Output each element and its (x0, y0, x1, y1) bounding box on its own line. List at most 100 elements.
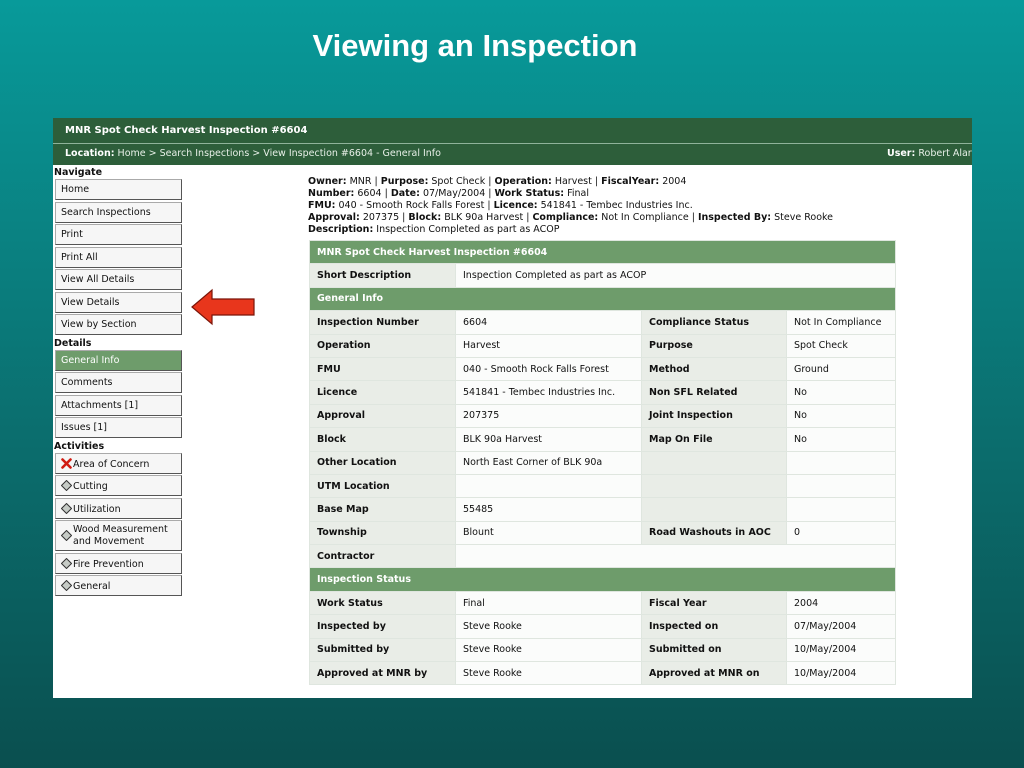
sidebar-item-comments[interactable]: Comments (55, 372, 182, 393)
field-value: Steve Rooke (455, 614, 642, 639)
field-label: Base Map (309, 497, 456, 522)
field-value: Ground (786, 356, 896, 382)
field-value: 207375 (455, 403, 642, 429)
field-label: Fiscal Year (641, 590, 787, 616)
sidebar-item-label-line2: and Movement (73, 536, 145, 547)
separator: | (399, 212, 409, 223)
field-label: Other Location (309, 450, 456, 475)
compliance-value: Not In Compliance (601, 212, 689, 223)
detail-title-row-text: MNR Spot Check Harvest Inspection #6604 (309, 239, 896, 265)
field-value: 2004 (786, 590, 896, 616)
red-x-icon (61, 457, 72, 469)
sidebar-item-print-all[interactable]: Print All (55, 246, 182, 268)
fiscal-year-value: 2004 (662, 176, 687, 187)
breadcrumb[interactable]: Home > Search Inspections > View Inspect… (118, 148, 441, 159)
sidebar-item-general-info[interactable]: General Info (55, 349, 182, 371)
sidebar: Navigate Home Search Inspections Print Print… (53, 166, 183, 598)
summary-line-4: Approval: 207375 | Block: BLK 90a Harves… (308, 212, 833, 224)
field-value: Final (455, 590, 642, 616)
separator: | (485, 176, 495, 187)
general-info-heading-text: General Info (309, 286, 896, 312)
date-value: 07/May/2004 (422, 188, 486, 199)
diamond-icon (60, 529, 73, 542)
field-label: Work Status (309, 590, 456, 616)
user-label: User: (887, 148, 916, 159)
description-value: Inspection Completed as part as ACOP (376, 224, 560, 235)
field-value: Blount (455, 520, 642, 546)
field-label: Purpose (641, 333, 787, 358)
field-label: Submitted on (641, 637, 787, 663)
sidebar-item-utilization[interactable]: Utilization (55, 497, 182, 519)
table-row: Work Status Final Fiscal Year 2004 (309, 590, 896, 616)
field-value (455, 544, 896, 569)
inspection-status-heading-text: Inspection Status (309, 567, 896, 592)
field-label: Block (309, 427, 456, 452)
field-value: Spot Check (786, 333, 896, 358)
field-label: Road Washouts in AOC (641, 520, 787, 546)
sidebar-item-print[interactable]: Print (55, 224, 182, 245)
sidebar-item-general[interactable]: General (55, 575, 182, 596)
diamond-icon (60, 557, 73, 569)
separator: | (484, 200, 494, 211)
sidebar-item-area-of-concern[interactable]: Area of Concern (55, 452, 182, 474)
operation-label: Operation: (494, 176, 552, 187)
sidebar-item-search-inspections[interactable]: Search Inspections (55, 201, 182, 223)
field-label (641, 473, 787, 499)
field-value: Steve Rooke (455, 637, 642, 663)
sidebar-item-wood-measurement[interactable]: Wood Measurement and Movement (55, 520, 182, 551)
sidebar-item-issues-1[interactable]: Issues [1] (55, 417, 182, 438)
separator: | (381, 188, 391, 199)
table-row: Inspected by Steve Rooke Inspected on 07/Ma… (309, 614, 896, 639)
table-row: Other Location North East Corner of BLK 9… (309, 450, 896, 475)
app-window: MNR Spot Check Harvest Inspection #6604 … (53, 118, 972, 698)
sidebar-heading-activities: Activities (54, 440, 105, 452)
work-status-value: Final (567, 188, 589, 199)
date-label: Date: (390, 188, 420, 199)
fmu-value: 040 - Smooth Rock Falls Forest (338, 200, 485, 211)
field-label: Approved at MNR on (641, 661, 787, 686)
field-label: Operation (309, 333, 456, 358)
field-value: No (786, 380, 896, 405)
sidebar-item-view-details[interactable]: View Details (55, 291, 182, 313)
pointer-arrow-icon (191, 288, 255, 326)
inspection-summary: Owner: MNR | Purpose: Spot Check | Opera… (308, 176, 833, 236)
summary-line-1: Owner: MNR | Purpose: Spot Check | Opera… (308, 176, 833, 188)
fiscal-year-label: FiscalYear: (601, 176, 660, 187)
field-value (786, 473, 896, 499)
sidebar-item-attachments-1[interactable]: Attachments [1] (55, 394, 182, 416)
sidebar-item-view-all-details[interactable]: View All Details (55, 269, 182, 290)
table-row: Contractor (309, 544, 896, 569)
field-label: Map On File (641, 427, 787, 452)
field-label (641, 497, 787, 522)
field-value: BLK 90a Harvest (455, 427, 642, 452)
table-row: Inspection Number 6604 Compliance Status No… (309, 310, 896, 335)
inspected-by-value: Steve Rooke (774, 212, 834, 223)
sidebar-item-label: Fire Prevention (73, 558, 144, 570)
summary-line-5: Description: Inspection Completed as par… (308, 224, 833, 236)
sidebar-item-home[interactable]: Home (55, 179, 182, 200)
number-value: 6604 (357, 188, 382, 199)
field-value: Inspection Completed as part as ACOP (455, 263, 896, 288)
table-row: Licence 541841 - Tembec Industries Inc. No… (309, 380, 896, 405)
detail-title-row: MNR Spot Check Harvest Inspection #6604 (309, 239, 896, 265)
number-label: Number: (308, 188, 355, 199)
separator: | (591, 176, 602, 187)
table-row: FMU 040 - Smooth Rock Falls Forest Method G… (309, 356, 896, 382)
table-row: Submitted by Steve Rooke Submitted on 10/Ma… (309, 637, 896, 663)
field-label: Contractor (309, 544, 456, 569)
field-label: Inspected on (641, 614, 787, 639)
sidebar-item-fire-prevention[interactable]: Fire Prevention (55, 552, 182, 574)
field-value (786, 497, 896, 522)
field-value: North East Corner of BLK 90a (455, 450, 642, 475)
field-value: 541841 - Tembec Industries Inc. (455, 380, 642, 405)
separator: | (371, 176, 381, 187)
sidebar-item-view-by-section[interactable]: View by Section (55, 314, 182, 335)
table-row: Township Blount Road Washouts in AOC 0 (309, 520, 896, 546)
sidebar-item-cutting[interactable]: Cutting (55, 475, 182, 496)
sidebar-heading-details: Details (54, 337, 92, 349)
block-value: BLK 90a Harvest (444, 212, 524, 223)
diamond-icon (60, 479, 73, 492)
field-value: 10/May/2004 (786, 637, 896, 663)
description-label: Description: (308, 224, 374, 235)
diamond-icon (60, 502, 73, 514)
